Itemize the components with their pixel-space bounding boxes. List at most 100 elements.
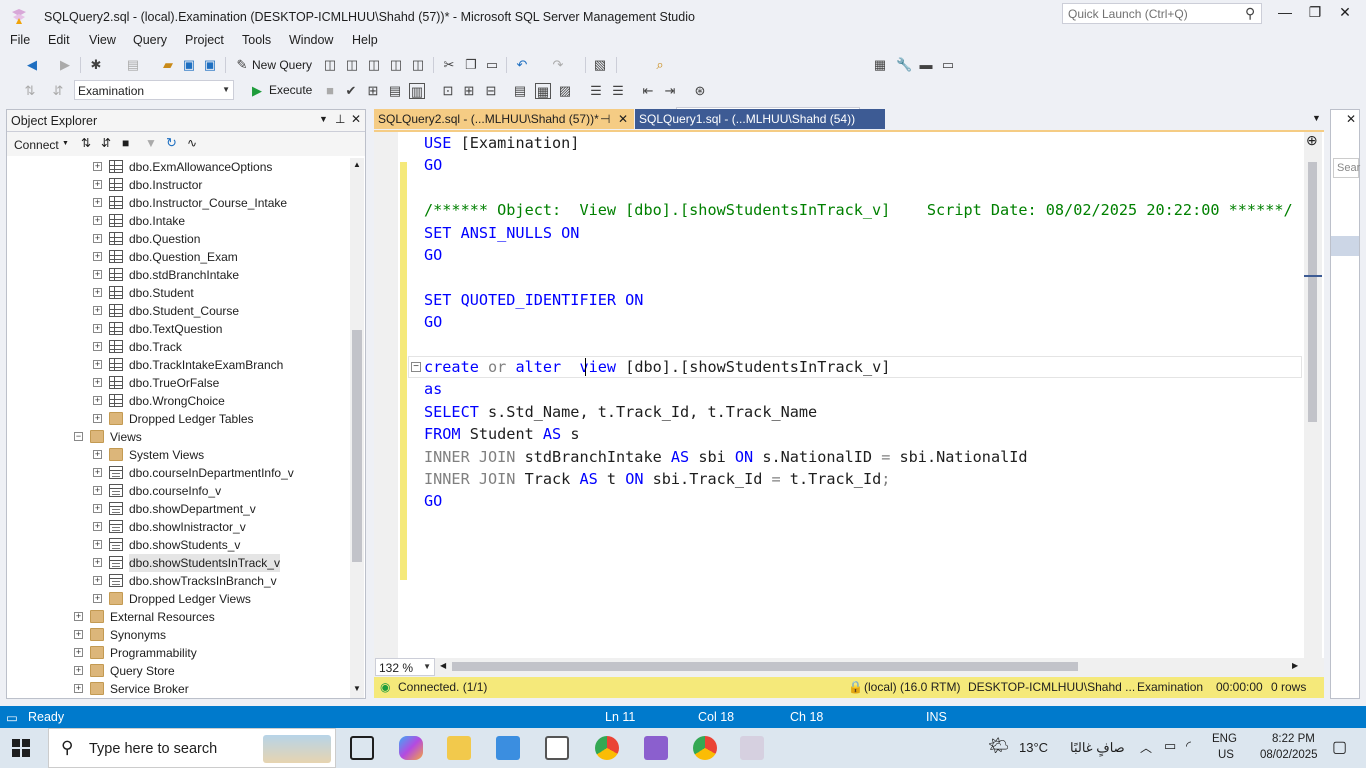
connect-icon[interactable]: ⇅ xyxy=(22,83,38,99)
object-explorer-scrollbar[interactable]: ▲ ▼ xyxy=(350,158,364,698)
tab-sqlquery2[interactable]: SQLQuery2.sql - (...MLHUU\Shahd (57))* ⊣… xyxy=(374,109,634,129)
weather-temperature[interactable]: 13°C xyxy=(1019,740,1048,755)
execute-button[interactable]: Execute xyxy=(269,83,312,97)
save-icon[interactable]: ▣ xyxy=(181,57,197,73)
expand-icon[interactable]: + xyxy=(74,612,83,621)
visual-studio-icon[interactable] xyxy=(644,736,668,760)
panel-menu-icon[interactable]: ▼ xyxy=(319,114,328,124)
expand-icon[interactable]: + xyxy=(74,630,83,639)
new-query-button[interactable]: New Query xyxy=(252,58,312,72)
menu-edit[interactable]: Edit xyxy=(48,33,70,47)
close-panel-icon[interactable]: ✕ xyxy=(351,112,361,126)
ssms-taskbar-icon[interactable] xyxy=(740,736,764,760)
activity-icon[interactable]: ∿ xyxy=(187,136,197,150)
intellisense-icon[interactable]: ⊡ xyxy=(440,83,456,99)
expand-icon[interactable]: + xyxy=(93,306,102,315)
specify-values-icon[interactable]: ⊛ xyxy=(692,83,708,99)
tree-node[interactable]: + dbo.TextQuestion xyxy=(7,320,347,338)
tree-node[interactable]: + dbo.showDepartment_v xyxy=(7,500,347,518)
results-to-icon[interactable]: ▥ xyxy=(409,83,425,99)
tree-node[interactable]: + dbo.showStudentsInTrack_v xyxy=(7,554,347,572)
expand-icon[interactable]: + xyxy=(93,216,102,225)
tree-node[interactable]: + dbo.Instructor_Course_Intake xyxy=(7,194,347,212)
expand-icon[interactable]: + xyxy=(74,684,83,693)
tree-node[interactable]: + Query Store xyxy=(7,662,347,680)
tray-overflow-icon[interactable]: ︿ xyxy=(1140,739,1152,756)
tree-node[interactable]: + dbo.Instructor xyxy=(7,176,347,194)
menu-project[interactable]: Project xyxy=(185,33,224,47)
tree-node[interactable]: + dbo.TrueOrFalse xyxy=(7,374,347,392)
tree-node[interactable]: + dbo.stdBranchIntake xyxy=(7,266,347,284)
forward-icon[interactable]: ▶ xyxy=(57,57,73,73)
tree-node[interactable]: + dbo.showInistractor_v xyxy=(7,518,347,536)
undo-icon[interactable]: ↶ xyxy=(514,57,530,73)
comment-icon[interactable]: ☰ xyxy=(588,83,604,99)
pin-icon[interactable]: ⊥ xyxy=(335,112,345,126)
expand-icon[interactable]: + xyxy=(93,450,102,459)
close-tab-icon[interactable]: ✕ xyxy=(618,109,628,129)
menu-tools[interactable]: Tools xyxy=(242,33,271,47)
tree-node[interactable]: + dbo.showTracksInBranch_v xyxy=(7,572,347,590)
weather-icon[interactable]: 🌤 xyxy=(988,736,1010,756)
tree-node[interactable]: + dbo.courseInDepartmentInfo_v xyxy=(7,464,347,482)
decrease-indent-icon[interactable]: ⇤ xyxy=(640,83,656,99)
menu-view[interactable]: View xyxy=(89,33,116,47)
expand-icon[interactable]: + xyxy=(74,666,83,675)
redo-icon[interactable]: ↷ xyxy=(550,57,566,73)
tree-node[interactable]: + dbo.courseInfo_v xyxy=(7,482,347,500)
uncomment-icon[interactable]: ☰ xyxy=(610,83,626,99)
close-panel-icon[interactable]: ✕ xyxy=(1346,112,1356,126)
parse-icon[interactable]: ✔ xyxy=(343,83,359,99)
tree-node[interactable]: + dbo.WrongChoice xyxy=(7,392,347,410)
expand-icon[interactable]: + xyxy=(93,288,102,297)
tree-node[interactable]: + dbo.Track xyxy=(7,338,347,356)
results-text-icon[interactable]: ▤ xyxy=(512,83,528,99)
new-project-icon[interactable]: ✱ xyxy=(88,57,104,73)
save-all-icon[interactable]: ▣ xyxy=(202,57,218,73)
execute-icon[interactable]: ▶ xyxy=(249,83,265,99)
language-top[interactable]: ENG xyxy=(1212,733,1237,745)
expand-icon[interactable]: + xyxy=(93,576,102,585)
windows-start-icon[interactable] xyxy=(12,739,30,757)
back-icon[interactable]: ◀ xyxy=(24,57,40,73)
menu-query[interactable]: Query xyxy=(133,33,167,47)
expand-icon[interactable]: + xyxy=(93,522,102,531)
expand-icon[interactable]: + xyxy=(74,648,83,657)
expand-icon[interactable]: + xyxy=(93,486,102,495)
tree-node[interactable]: + Dropped Ledger Views xyxy=(7,590,347,608)
expand-icon[interactable]: + xyxy=(93,162,102,171)
expand-icon[interactable]: + xyxy=(93,360,102,369)
open-file-icon[interactable]: ▰ xyxy=(160,57,176,73)
tree-node[interactable]: + dbo.Question_Exam xyxy=(7,248,347,266)
tree-node[interactable]: + Synonyms xyxy=(7,626,347,644)
stop-icon[interactable]: ■ xyxy=(122,136,129,150)
task-view-icon[interactable] xyxy=(350,736,374,760)
tree-node[interactable]: + External Resources xyxy=(7,608,347,626)
menu-file[interactable]: File xyxy=(10,33,30,47)
tree-node[interactable]: + Dropped Ledger Tables xyxy=(7,410,347,428)
menu-window[interactable]: Window xyxy=(289,33,333,47)
expand-icon[interactable]: + xyxy=(93,342,102,351)
change-connection-icon[interactable]: ⇵ xyxy=(50,83,66,99)
taskbar-search-box[interactable]: ⚲ Type here to search xyxy=(48,728,336,768)
scroll-left-icon[interactable]: ◀ xyxy=(440,661,446,670)
tree-node[interactable]: + dbo.Student_Course xyxy=(7,302,347,320)
tab-sqlquery1[interactable]: SQLQuery1.sql - (...MLHUU\Shahd (54)) xyxy=(635,109,885,129)
maximize-button[interactable]: ❐ xyxy=(1303,4,1327,24)
copy-icon[interactable]: ❐ xyxy=(463,57,479,73)
connect-object-icon[interactable]: ⇅ xyxy=(81,136,91,150)
expand-icon[interactable]: + xyxy=(93,198,102,207)
query-designer-icon[interactable]: ▤ xyxy=(387,83,403,99)
results-grid-icon[interactable]: ▦ xyxy=(535,83,551,99)
wifi-icon[interactable]: ◜ xyxy=(1186,738,1191,754)
microsoft-store-icon[interactable] xyxy=(496,736,520,760)
code-text[interactable]: USE [Examination] GO /****** Object: View … xyxy=(424,132,1304,658)
clock-time[interactable]: 8:22 PM xyxy=(1272,733,1315,745)
expand-icon[interactable]: + xyxy=(93,468,102,477)
actual-plan-icon[interactable]: ⊞ xyxy=(461,83,477,99)
add-item-icon[interactable]: ▤ xyxy=(125,57,141,73)
expand-icon[interactable]: + xyxy=(93,378,102,387)
tree-node[interactable]: − Views xyxy=(7,428,347,446)
collapse-icon[interactable]: − xyxy=(411,362,421,372)
increase-indent-icon[interactable]: ⇥ xyxy=(662,83,678,99)
